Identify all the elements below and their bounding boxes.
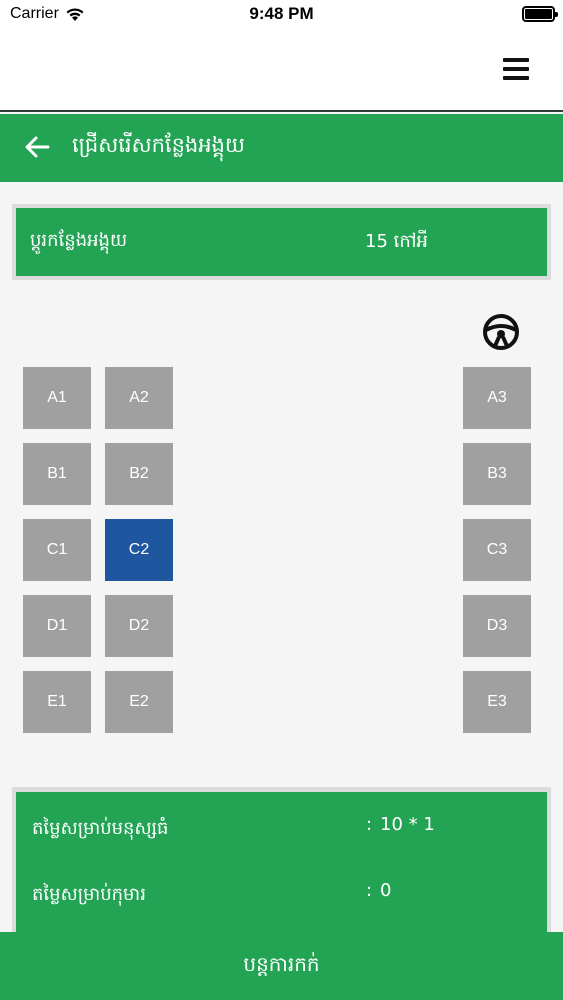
- adult-price-label: តម្លៃសម្រាប់មនុស្សធំ: [32, 818, 169, 839]
- page-header: ជ្រើសរើសកន្លែងអង្គុយ: [0, 114, 563, 182]
- child-price-colon: :: [366, 880, 373, 901]
- seat-c3[interactable]: C3: [463, 519, 531, 581]
- seat-d3[interactable]: D3: [463, 595, 531, 657]
- child-price-label: តម្លៃសម្រាប់កុមារ: [32, 884, 146, 905]
- seat-count-card: ប្ដូរកន្លែងអង្គុយ 15 កៅអី: [12, 204, 551, 280]
- seat-c1[interactable]: C1: [23, 519, 91, 581]
- continue-booking-button[interactable]: បន្តការកក់: [0, 932, 563, 1000]
- seat-a1[interactable]: A1: [23, 367, 91, 429]
- seat-b1[interactable]: B1: [23, 443, 91, 505]
- steering-wheel-icon: [483, 314, 519, 350]
- seat-d2[interactable]: D2: [105, 595, 173, 657]
- top-bar: [0, 30, 563, 112]
- seat-a2[interactable]: A2: [105, 367, 173, 429]
- seat-e2[interactable]: E2: [105, 671, 173, 733]
- status-time: 9:48 PM: [249, 4, 314, 23]
- battery-icon: [522, 6, 558, 22]
- seat-count-inner: ប្ដូរកន្លែងអង្គុយ 15 កៅអី: [16, 208, 547, 276]
- price-summary-inner: តម្លៃសម្រាប់មនុស្សធំ : 10 * 1 តម្លៃសម្រា…: [16, 792, 547, 947]
- child-price-value: 0: [380, 880, 392, 901]
- seat-e1[interactable]: E1: [23, 671, 91, 733]
- seat-b2[interactable]: B2: [105, 443, 173, 505]
- status-bar: Carrier 9:48 PM: [0, 0, 563, 30]
- seat-e3[interactable]: E3: [463, 671, 531, 733]
- seat-c2-selected[interactable]: C2: [105, 519, 173, 581]
- hamburger-menu-icon[interactable]: [503, 58, 529, 80]
- page-title: ជ្រើសរើសកន្លែងអង្គុយ: [72, 133, 245, 157]
- adult-price-colon: :: [366, 814, 373, 835]
- price-summary-card: តម្លៃសម្រាប់មនុស្សធំ : 10 * 1 តម្លៃសម្រា…: [12, 787, 551, 947]
- seat-count-value: 15 កៅអី: [365, 231, 428, 252]
- seat-d1[interactable]: D1: [23, 595, 91, 657]
- change-seat-label: ប្ដូរកន្លែងអង្គុយ: [30, 230, 128, 251]
- adult-price-value: 10 * 1: [380, 814, 435, 835]
- back-arrow-icon[interactable]: [22, 132, 52, 162]
- seat-a3[interactable]: A3: [463, 367, 531, 429]
- seat-b3[interactable]: B3: [463, 443, 531, 505]
